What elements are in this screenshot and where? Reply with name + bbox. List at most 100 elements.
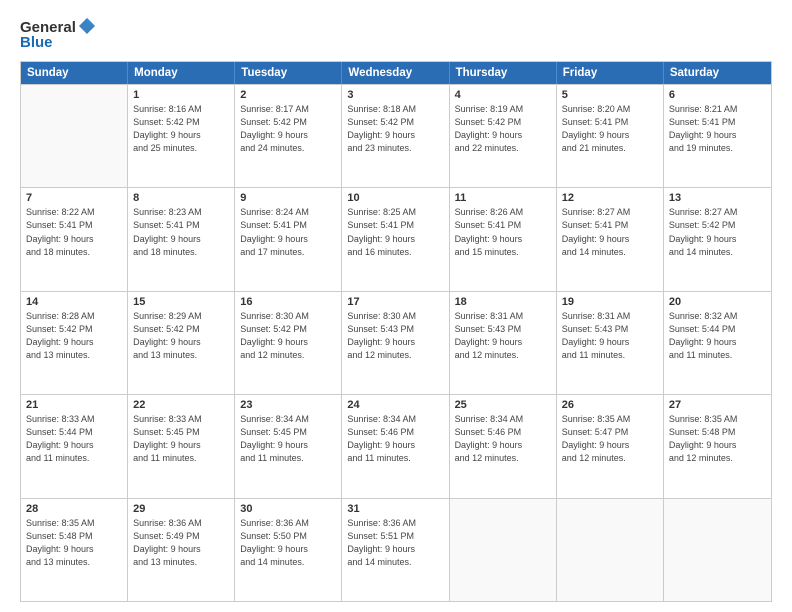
day-number: 7 xyxy=(26,192,122,204)
calendar: SundayMondayTuesdayWednesdayThursdayFrid… xyxy=(20,61,772,602)
day-info: Sunrise: 8:36 AM Sunset: 5:49 PM Dayligh… xyxy=(133,517,229,569)
day-cell-13: 13 Sunrise: 8:27 AM Sunset: 5:42 PM Dayli… xyxy=(664,188,771,290)
logo-icon xyxy=(77,16,97,36)
day-number: 17 xyxy=(347,296,443,308)
calendar-header: SundayMondayTuesdayWednesdayThursdayFrid… xyxy=(21,62,771,84)
day-info: Sunrise: 8:33 AM Sunset: 5:45 PM Dayligh… xyxy=(133,413,229,465)
day-cell-11: 11 Sunrise: 8:26 AM Sunset: 5:41 PM Dayli… xyxy=(450,188,557,290)
day-number: 10 xyxy=(347,192,443,204)
day-cell-1: 1 Sunrise: 8:16 AM Sunset: 5:42 PM Daylig… xyxy=(128,85,235,187)
day-number: 3 xyxy=(347,89,443,101)
day-number: 12 xyxy=(562,192,658,204)
day-number: 25 xyxy=(455,399,551,411)
week-row-5: 28 Sunrise: 8:35 AM Sunset: 5:48 PM Dayli… xyxy=(21,498,771,601)
day-info: Sunrise: 8:33 AM Sunset: 5:44 PM Dayligh… xyxy=(26,413,122,465)
day-cell-7: 7 Sunrise: 8:22 AM Sunset: 5:41 PM Daylig… xyxy=(21,188,128,290)
day-info: Sunrise: 8:31 AM Sunset: 5:43 PM Dayligh… xyxy=(562,310,658,362)
day-info: Sunrise: 8:34 AM Sunset: 5:45 PM Dayligh… xyxy=(240,413,336,465)
day-number: 4 xyxy=(455,89,551,101)
day-info: Sunrise: 8:16 AM Sunset: 5:42 PM Dayligh… xyxy=(133,103,229,155)
day-info: Sunrise: 8:22 AM Sunset: 5:41 PM Dayligh… xyxy=(26,206,122,258)
day-cell-4: 4 Sunrise: 8:19 AM Sunset: 5:42 PM Daylig… xyxy=(450,85,557,187)
day-cell-3: 3 Sunrise: 8:18 AM Sunset: 5:42 PM Daylig… xyxy=(342,85,449,187)
empty-cell xyxy=(21,85,128,187)
day-info: Sunrise: 8:18 AM Sunset: 5:42 PM Dayligh… xyxy=(347,103,443,155)
day-info: Sunrise: 8:35 AM Sunset: 5:48 PM Dayligh… xyxy=(669,413,766,465)
day-cell-23: 23 Sunrise: 8:34 AM Sunset: 5:45 PM Dayli… xyxy=(235,395,342,497)
day-cell-31: 31Sunrise: 8:36 AM Sunset: 5:51 PM Dayli… xyxy=(342,499,449,601)
day-info: Sunrise: 8:19 AM Sunset: 5:42 PM Dayligh… xyxy=(455,103,551,155)
day-number: 11 xyxy=(455,192,551,204)
empty-cell xyxy=(450,499,557,601)
day-number: 26 xyxy=(562,399,658,411)
day-number: 27 xyxy=(669,399,766,411)
day-number: 18 xyxy=(455,296,551,308)
day-number: 21 xyxy=(26,399,122,411)
header-cell-saturday: Saturday xyxy=(664,62,771,84)
day-info: Sunrise: 8:24 AM Sunset: 5:41 PM Dayligh… xyxy=(240,206,336,258)
day-cell-27: 27 Sunrise: 8:35 AM Sunset: 5:48 PM Dayli… xyxy=(664,395,771,497)
day-cell-29: 29 Sunrise: 8:36 AM Sunset: 5:49 PM Dayli… xyxy=(128,499,235,601)
day-info: Sunrise: 8:26 AM Sunset: 5:41 PM Dayligh… xyxy=(455,206,551,258)
day-info: Sunrise: 8:32 AM Sunset: 5:44 PM Dayligh… xyxy=(669,310,766,362)
day-cell-8: 8 Sunrise: 8:23 AM Sunset: 5:41 PM Daylig… xyxy=(128,188,235,290)
day-number: 28 xyxy=(26,503,122,515)
day-cell-17: 17 Sunrise: 8:30 AM Sunset: 5:43 PM Dayli… xyxy=(342,292,449,394)
day-number: 24 xyxy=(347,399,443,411)
day-info: Sunrise: 8:25 AM Sunset: 5:41 PM Dayligh… xyxy=(347,206,443,258)
day-number: 8 xyxy=(133,192,229,204)
day-info: Sunrise: 8:35 AM Sunset: 5:47 PM Dayligh… xyxy=(562,413,658,465)
day-cell-2: 2 Sunrise: 8:17 AM Sunset: 5:42 PM Daylig… xyxy=(235,85,342,187)
day-info: Sunrise: 8:29 AM Sunset: 5:42 PM Dayligh… xyxy=(133,310,229,362)
week-row-2: 7 Sunrise: 8:22 AM Sunset: 5:41 PM Daylig… xyxy=(21,187,771,290)
calendar-body: 1 Sunrise: 8:16 AM Sunset: 5:42 PM Daylig… xyxy=(21,84,771,601)
week-row-1: 1 Sunrise: 8:16 AM Sunset: 5:42 PM Daylig… xyxy=(21,84,771,187)
header-cell-sunday: Sunday xyxy=(21,62,128,84)
day-number: 23 xyxy=(240,399,336,411)
day-cell-20: 20Sunrise: 8:32 AM Sunset: 5:44 PM Dayli… xyxy=(664,292,771,394)
empty-cell xyxy=(664,499,771,601)
day-cell-10: 10 Sunrise: 8:25 AM Sunset: 5:41 PM Dayli… xyxy=(342,188,449,290)
day-info: Sunrise: 8:31 AM Sunset: 5:43 PM Dayligh… xyxy=(455,310,551,362)
day-cell-16: 16Sunrise: 8:30 AM Sunset: 5:42 PM Dayli… xyxy=(235,292,342,394)
day-info: Sunrise: 8:27 AM Sunset: 5:41 PM Dayligh… xyxy=(562,206,658,258)
header-cell-wednesday: Wednesday xyxy=(342,62,449,84)
day-number: 2 xyxy=(240,89,336,101)
day-number: 15 xyxy=(133,296,229,308)
day-number: 13 xyxy=(669,192,766,204)
day-info: Sunrise: 8:17 AM Sunset: 5:42 PM Dayligh… xyxy=(240,103,336,155)
day-info: Sunrise: 8:21 AM Sunset: 5:41 PM Dayligh… xyxy=(669,103,766,155)
day-info: Sunrise: 8:20 AM Sunset: 5:41 PM Dayligh… xyxy=(562,103,658,155)
day-cell-18: 18 Sunrise: 8:31 AM Sunset: 5:43 PM Dayli… xyxy=(450,292,557,394)
day-number: 16 xyxy=(240,296,336,308)
day-number: 19 xyxy=(562,296,658,308)
header-cell-monday: Monday xyxy=(128,62,235,84)
day-cell-28: 28 Sunrise: 8:35 AM Sunset: 5:48 PM Dayli… xyxy=(21,499,128,601)
day-number: 22 xyxy=(133,399,229,411)
header-cell-thursday: Thursday xyxy=(450,62,557,84)
logo-blue-text: Blue xyxy=(20,34,97,51)
day-cell-6: 6 Sunrise: 8:21 AM Sunset: 5:41 PM Daylig… xyxy=(664,85,771,187)
empty-cell xyxy=(557,499,664,601)
week-row-3: 14Sunrise: 8:28 AM Sunset: 5:42 PM Dayli… xyxy=(21,291,771,394)
day-number: 31 xyxy=(347,503,443,515)
day-info: Sunrise: 8:23 AM Sunset: 5:41 PM Dayligh… xyxy=(133,206,229,258)
day-number: 1 xyxy=(133,89,229,101)
day-info: Sunrise: 8:28 AM Sunset: 5:42 PM Dayligh… xyxy=(26,310,122,362)
day-info: Sunrise: 8:30 AM Sunset: 5:43 PM Dayligh… xyxy=(347,310,443,362)
day-number: 5 xyxy=(562,89,658,101)
day-cell-12: 12 Sunrise: 8:27 AM Sunset: 5:41 PM Dayli… xyxy=(557,188,664,290)
day-info: Sunrise: 8:34 AM Sunset: 5:46 PM Dayligh… xyxy=(455,413,551,465)
day-cell-14: 14Sunrise: 8:28 AM Sunset: 5:42 PM Dayli… xyxy=(21,292,128,394)
day-number: 29 xyxy=(133,503,229,515)
day-info: Sunrise: 8:27 AM Sunset: 5:42 PM Dayligh… xyxy=(669,206,766,258)
day-cell-26: 26 Sunrise: 8:35 AM Sunset: 5:47 PM Dayli… xyxy=(557,395,664,497)
day-info: Sunrise: 8:35 AM Sunset: 5:48 PM Dayligh… xyxy=(26,517,122,569)
logo: General Blue xyxy=(20,18,97,51)
day-number: 9 xyxy=(240,192,336,204)
day-cell-5: 5 Sunrise: 8:20 AM Sunset: 5:41 PM Daylig… xyxy=(557,85,664,187)
day-cell-24: 24Sunrise: 8:34 AM Sunset: 5:46 PM Dayli… xyxy=(342,395,449,497)
header-cell-tuesday: Tuesday xyxy=(235,62,342,84)
day-number: 6 xyxy=(669,89,766,101)
day-cell-19: 19 Sunrise: 8:31 AM Sunset: 5:43 PM Dayli… xyxy=(557,292,664,394)
